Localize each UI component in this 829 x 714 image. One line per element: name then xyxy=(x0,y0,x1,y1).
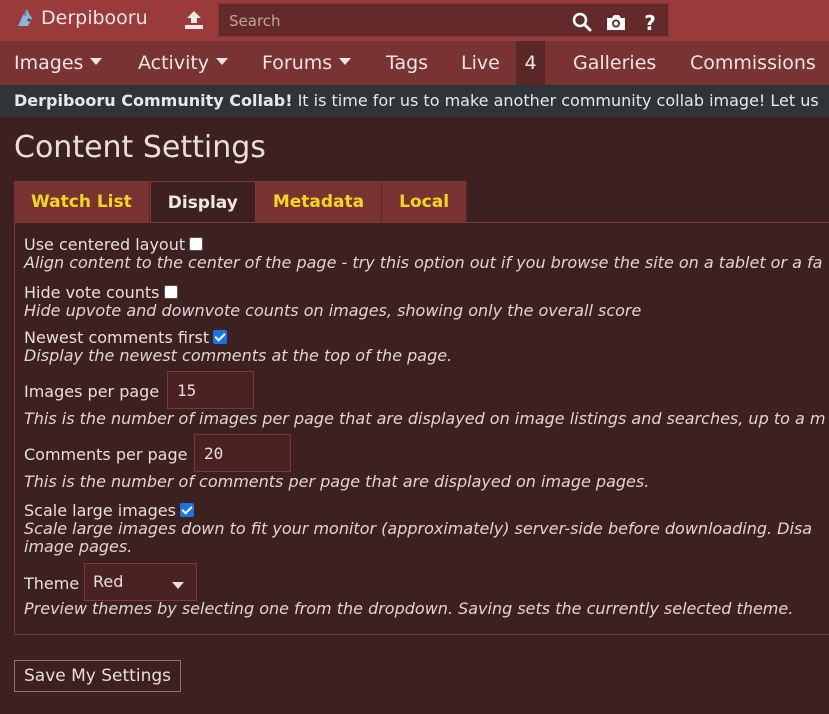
nav-tags[interactable]: Tags xyxy=(386,41,428,85)
comments-per-page-label: Comments per page xyxy=(24,445,188,464)
nav-commissions[interactable]: Commissions xyxy=(690,41,816,85)
nav-forums[interactable]: Forums xyxy=(262,41,352,85)
setting-scale-images: Scale large images xyxy=(24,501,194,520)
page-title: Content Settings xyxy=(14,130,266,165)
centered-layout-label: Use centered layout xyxy=(24,235,186,254)
newest-comments-help: Display the newest comments at the top o… xyxy=(24,346,453,365)
notice-title: Derpibooru Community Collab! xyxy=(14,91,293,110)
save-settings-button[interactable]: Save My Settings xyxy=(14,660,181,692)
display-settings-panel: Use centered layout Align content to the… xyxy=(14,222,829,635)
chevron-down-icon xyxy=(216,58,229,65)
site-header: Derpibooru ? xyxy=(0,0,829,41)
images-per-page-label: Images per page xyxy=(24,382,160,401)
centered-layout-help: Align content to the center of the page … xyxy=(24,253,823,272)
nav-galleries[interactable]: Galleries xyxy=(573,41,656,85)
svg-text:?: ? xyxy=(644,11,656,33)
theme-help: Preview themes by selecting one from the… xyxy=(24,599,794,618)
nav-images-label: Images xyxy=(14,52,84,74)
settings-tabs: Watch List Display Metadata Local xyxy=(14,181,468,223)
search-box: ? xyxy=(218,3,669,37)
images-per-page-help: This is the number of images per page th… xyxy=(24,409,826,428)
centered-layout-checkbox[interactable] xyxy=(189,236,204,251)
site-logo[interactable]: Derpibooru xyxy=(14,6,148,30)
nav-activity[interactable]: Activity xyxy=(138,41,229,85)
scale-images-help: Scale large images down to fit your moni… xyxy=(24,519,813,538)
setting-hide-votes: Hide vote counts xyxy=(24,283,178,302)
tab-metadata[interactable]: Metadata xyxy=(255,181,383,223)
tab-display[interactable]: Display xyxy=(149,181,256,223)
search-icon[interactable] xyxy=(571,11,593,33)
nav-activity-label: Activity xyxy=(138,52,210,74)
nav-live[interactable]: Live xyxy=(461,41,500,85)
setting-centered-layout: Use centered layout xyxy=(24,235,204,254)
site-notice[interactable]: Derpibooru Community Collab! It is time … xyxy=(0,85,829,117)
scale-images-help-cont: image pages. xyxy=(24,537,133,556)
images-per-page-input[interactable] xyxy=(167,371,254,409)
scale-images-label: Scale large images xyxy=(24,501,176,520)
tab-watch-list[interactable]: Watch List xyxy=(14,181,150,223)
chevron-down-icon xyxy=(90,58,103,65)
theme-select-value: Red xyxy=(93,572,124,591)
nav-forums-label: Forums xyxy=(262,52,333,74)
chevron-down-icon xyxy=(172,582,184,589)
hide-votes-checkbox[interactable] xyxy=(163,284,178,299)
newest-comments-label: Newest comments first xyxy=(24,328,210,347)
theme-label: Theme xyxy=(24,574,80,593)
tab-local[interactable]: Local xyxy=(382,181,468,223)
hide-votes-label: Hide vote counts xyxy=(24,283,160,302)
logo-icon xyxy=(18,9,32,26)
notice-text: It is time for us to make another commun… xyxy=(292,91,819,110)
main-nav: Images Activity Forums Tags Live 4 Galle… xyxy=(0,41,829,85)
nav-images[interactable]: Images xyxy=(14,41,103,85)
theme-select[interactable]: Red xyxy=(84,563,197,601)
setting-newest-comments: Newest comments first xyxy=(24,328,228,347)
live-count-badge[interactable]: 4 xyxy=(516,41,545,85)
site-name: Derpibooru xyxy=(41,7,148,29)
search-input[interactable] xyxy=(229,12,559,30)
scale-images-checkbox[interactable] xyxy=(179,502,194,517)
camera-icon[interactable] xyxy=(605,11,627,33)
newest-comments-checkbox[interactable] xyxy=(213,329,228,344)
help-icon[interactable]: ? xyxy=(639,11,661,33)
hide-votes-help: Hide upvote and downvote counts on image… xyxy=(24,301,642,320)
comments-per-page-input[interactable] xyxy=(194,434,291,472)
chevron-down-icon xyxy=(339,58,352,65)
comments-per-page-help: This is the number of comments per page … xyxy=(24,472,650,491)
upload-icon[interactable] xyxy=(182,8,206,32)
